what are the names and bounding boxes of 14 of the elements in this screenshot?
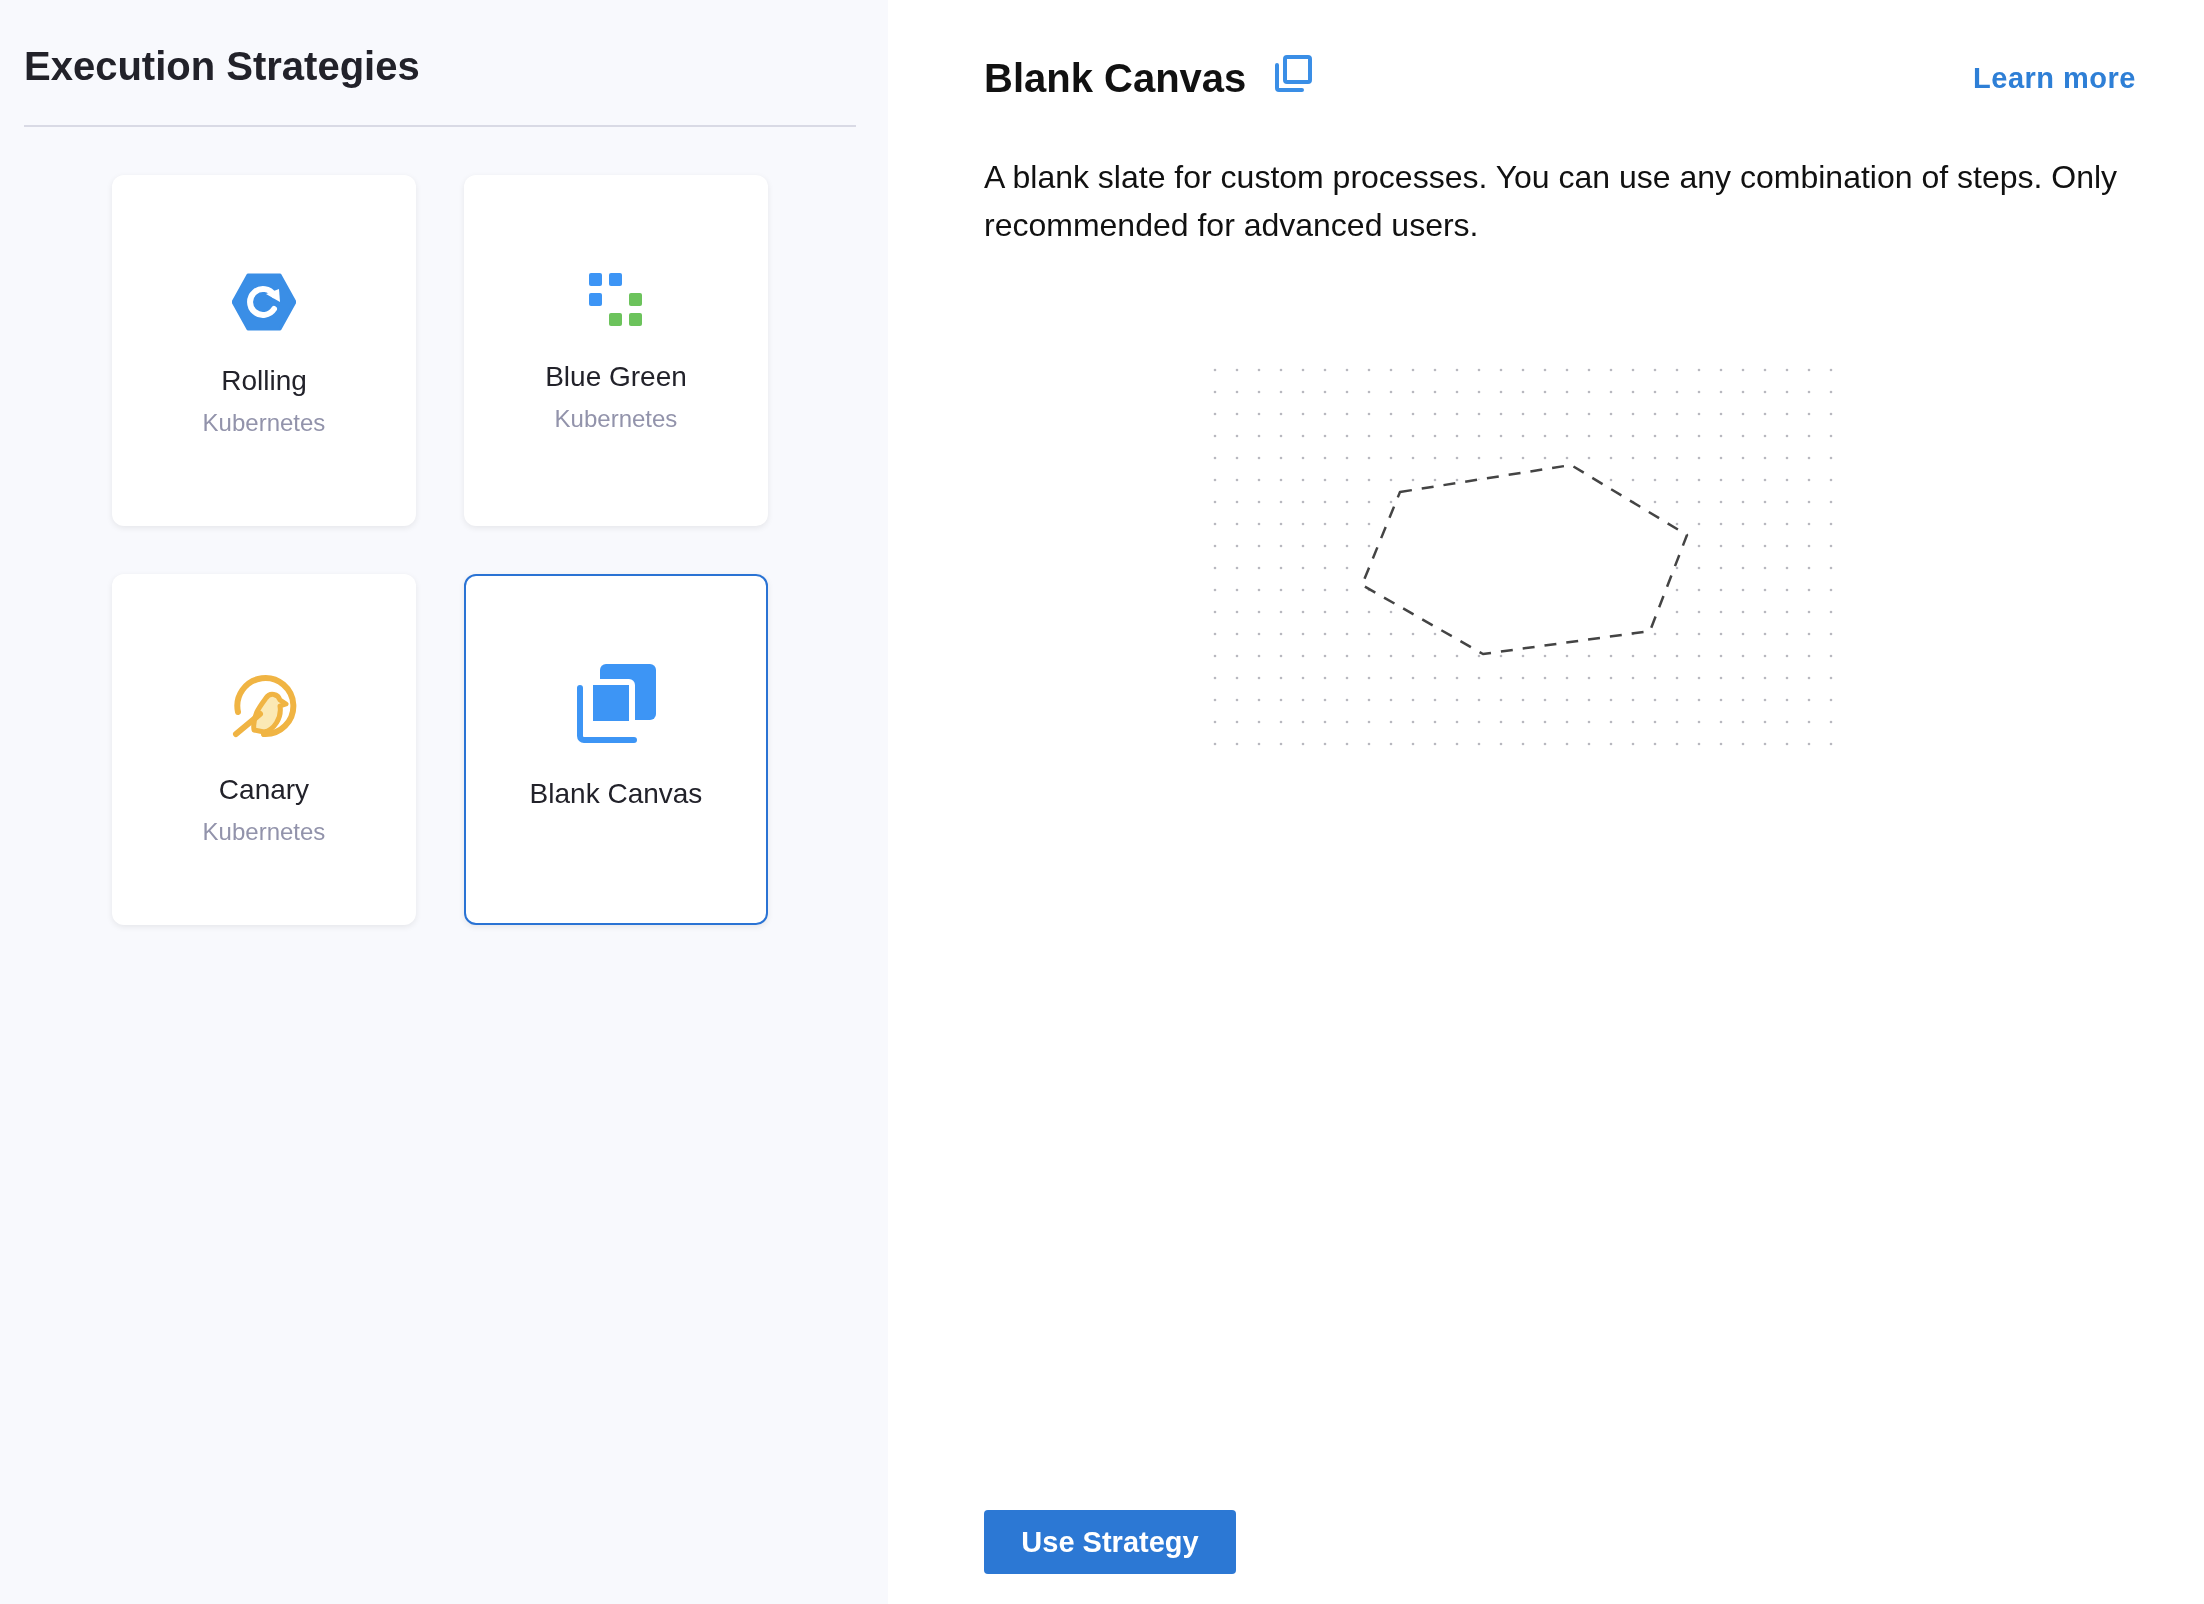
strategy-card[interactable]: Canary Kubernetes — [112, 574, 416, 925]
strategy-description: A blank slate for custom processes. You can use any combination of steps. Only recommended for advanced users. — [984, 158, 2119, 245]
use-strategy-button[interactable]: Use Strategy — [984, 1510, 1236, 1574]
copy-icon — [1274, 54, 1313, 93]
learn-more-link[interactable]: Learn more — [1973, 62, 2136, 95]
sidebar-title: Execution Strategies — [24, 44, 421, 89]
bird-icon — [230, 672, 298, 740]
strategy-card[interactable]: Blue Green Kubernetes — [464, 175, 768, 526]
refresh-hexagon-icon — [232, 273, 296, 331]
strategy-card[interactable]: Blank Canvas — [464, 574, 768, 925]
strategy-title: Blank Canvas — [984, 56, 1247, 101]
layers-icon — [576, 664, 656, 744]
strategy-card[interactable]: Rolling Kubernetes — [112, 175, 416, 526]
squares-icon — [589, 273, 643, 327]
